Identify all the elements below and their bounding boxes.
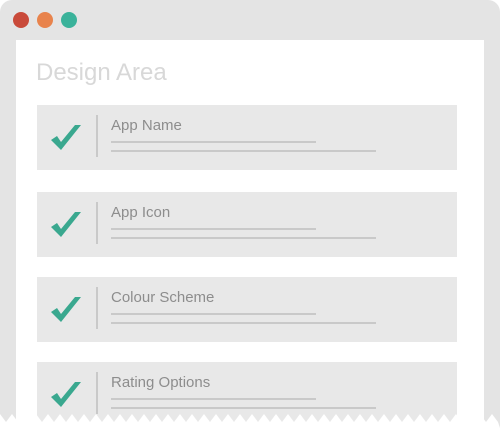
checkmark-icon	[51, 382, 81, 407]
checklist-item-app-name[interactable]: App Name	[37, 105, 457, 170]
placeholder-line	[111, 141, 316, 143]
page-title: Design Area	[36, 59, 167, 86]
item-divider	[96, 202, 98, 244]
design-area-panel: Design Area App Name App Icon Colour Sch…	[16, 40, 484, 428]
placeholder-line	[111, 322, 376, 324]
browser-window: Design Area App Name App Icon Colour Sch…	[0, 0, 500, 428]
torn-edge	[0, 414, 500, 428]
checklist-item-label: Rating Options	[111, 374, 211, 391]
close-dot-icon[interactable]	[13, 12, 29, 28]
placeholder-line	[111, 237, 376, 239]
placeholder-line	[111, 150, 376, 152]
checklist-item-app-icon[interactable]: App Icon	[37, 192, 457, 257]
checklist-item-label: Colour Scheme	[111, 289, 215, 306]
item-divider	[96, 115, 98, 157]
checkmark-icon	[51, 212, 81, 237]
checkmark-icon	[51, 297, 81, 322]
placeholder-line	[111, 398, 316, 400]
placeholder-line	[111, 228, 316, 230]
minimize-dot-icon[interactable]	[37, 12, 53, 28]
item-divider	[96, 287, 98, 329]
checklist-item-label: App Name	[111, 117, 182, 134]
checkmark-icon	[51, 125, 81, 150]
maximize-dot-icon[interactable]	[61, 12, 77, 28]
placeholder-line	[111, 313, 316, 315]
checklist-item-colour-scheme[interactable]: Colour Scheme	[37, 277, 457, 342]
checklist-item-label: App Icon	[111, 204, 171, 221]
